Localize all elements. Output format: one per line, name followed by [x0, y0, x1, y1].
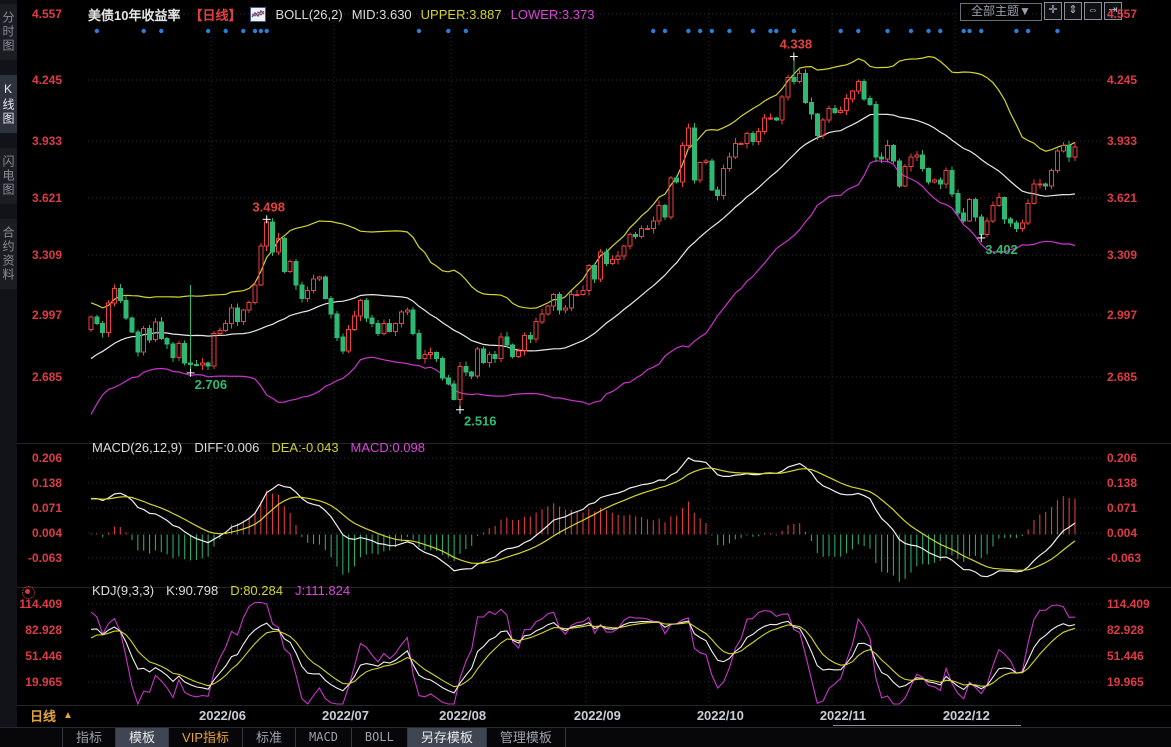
macd-name: MACD(26,12,9) — [92, 440, 182, 455]
toolbar-tab-VIP指标[interactable]: VIP指标 — [169, 728, 243, 747]
bottom-toolbar: 指标模板VIP指标标准MACDBOLL另存模板管理模板 — [0, 727, 1171, 747]
xaxis-month-label: 2022/07 — [322, 708, 369, 723]
axis-tick-left: 82.928 — [14, 623, 62, 637]
axis-tick-left: 2.685 — [14, 370, 62, 384]
axis-tick-left: 19.965 — [14, 675, 62, 689]
axis-tick-right: 114.409 — [1107, 597, 1169, 611]
period-label: 日线 — [30, 706, 56, 725]
period-tag: 【日线】 — [189, 5, 241, 24]
boll-upper-value: UPPER:3.887 — [421, 7, 502, 22]
kdj-header: KDJ(9,3,3) K:90.798 D:80.284 J:111.824 — [92, 583, 350, 598]
axis-tick-right: 19.965 — [1107, 675, 1169, 689]
kdj-d-value: D:80.284 — [230, 583, 283, 598]
kdj-name: KDJ(9,3,3) — [92, 583, 154, 598]
axis-tick-left: 4.557 — [14, 7, 62, 21]
toolbar-tab-管理模板[interactable]: 管理模板 — [487, 728, 566, 747]
kdj-k-value: K:90.798 — [166, 583, 218, 598]
move-icon[interactable]: ✛ — [1044, 2, 1062, 20]
axis-tick-left: 2.997 — [14, 308, 62, 322]
xaxis-month-label: 2022/12 — [943, 708, 990, 723]
scrollbar[interactable] — [833, 725, 1021, 726]
indicator-icon — [250, 7, 266, 22]
macd-header: MACD(26,12,9) DIFF:0.006 DEA:-0.043 MACD… — [92, 440, 425, 455]
axis-tick-left: 3.309 — [14, 248, 62, 262]
boll-lower-value: LOWER:3.373 — [511, 7, 595, 22]
fit-horizontal-icon[interactable]: ⇔ — [1084, 2, 1102, 20]
xaxis-month-label: 2022/11 — [820, 708, 866, 723]
fit-vertical-icon[interactable]: ⇕ — [1064, 2, 1082, 20]
theme-selector-button[interactable]: 全部主题▼ — [960, 3, 1042, 21]
boll-label: BOLL(26,2) — [275, 7, 342, 22]
toolbar-tab-标准[interactable]: 标准 — [243, 728, 296, 747]
toolbar-tab-指标[interactable]: 指标 — [63, 728, 116, 747]
axis-tick-left: 4.245 — [14, 73, 62, 87]
main-chart-header: 美债10年收益率 【日线】 BOLL(26,2) MID:3.630 UPPER… — [88, 5, 594, 24]
axis-tick-left: 3.933 — [14, 134, 62, 148]
macd-macd-value: MACD:0.098 — [351, 440, 425, 455]
period-arrow-icon: ▲ — [63, 710, 73, 721]
axis-tick-right: 0.071 — [1107, 501, 1169, 515]
axis-tick-right: 0.138 — [1107, 476, 1169, 490]
annotation-3.498: 3.498 — [252, 199, 285, 214]
axis-tick-right: 3.309 — [1107, 248, 1169, 262]
period-selector[interactable]: 日线 ▲ — [30, 706, 73, 725]
axis-tick-right: -0.063 — [1107, 551, 1169, 565]
xaxis-month-label: 2022/06 — [199, 708, 246, 723]
axis-tick-left: 3.621 — [14, 191, 62, 205]
toolbar-tab-MACD[interactable]: MACD — [296, 728, 352, 747]
axis-tick-right: 4.557 — [1107, 7, 1169, 21]
axis-tick-left: 0.071 — [14, 501, 62, 515]
axis-tick-right: 3.933 — [1107, 134, 1169, 148]
axis-tick-left: 0.206 — [14, 451, 62, 465]
axis-tick-left: 51.446 — [14, 649, 62, 663]
toolbar-tab-模板[interactable]: 模板 — [116, 728, 169, 747]
toolbar-tab-BOLL[interactable]: BOLL — [352, 728, 408, 747]
axis-tick-left: 0.138 — [14, 476, 62, 490]
axis-tick-right: 82.928 — [1107, 623, 1169, 637]
kdj-j-value: J:111.824 — [295, 583, 350, 598]
page-title: 美债10年收益率 — [88, 5, 180, 24]
axis-tick-right: 0.206 — [1107, 451, 1169, 465]
app-window: 3.4982.7062.5164.3383.402 分时图K线图闪电图合约资料 … — [0, 0, 1171, 747]
annotation-2.516: 2.516 — [464, 414, 497, 429]
toolbar-spacer — [0, 728, 63, 747]
axis-tick-right: 0.004 — [1107, 526, 1169, 540]
annotation-3.402: 3.402 — [985, 242, 1018, 257]
axis-tick-left: 114.409 — [14, 597, 62, 611]
axis-tick-right: 2.997 — [1107, 308, 1169, 322]
boll-mid-value: MID:3.630 — [352, 7, 412, 22]
chart-canvas[interactable]: 3.498 2.706 2.516 4.338 3.402 — [0, 0, 1171, 747]
axis-tick-right: 3.621 — [1107, 191, 1169, 205]
xaxis-month-label: 2022/10 — [697, 708, 744, 723]
macd-dea-value: DEA:-0.043 — [271, 440, 338, 455]
annotation-2.706: 2.706 — [195, 377, 228, 392]
axis-tick-left: 0.004 — [14, 526, 62, 540]
xaxis-month-label: 2022/08 — [439, 708, 486, 723]
axis-tick-right: 51.446 — [1107, 649, 1169, 663]
axis-tick-left: -0.063 — [14, 551, 62, 565]
toolbar-tab-另存模板[interactable]: 另存模板 — [408, 728, 487, 747]
xaxis-month-label: 2022/09 — [574, 708, 621, 723]
axis-tick-right: 4.245 — [1107, 73, 1169, 87]
annotation-4.338: 4.338 — [780, 36, 813, 51]
macd-diff-value: DIFF:0.006 — [194, 440, 259, 455]
axis-tick-right: 2.685 — [1107, 370, 1169, 384]
